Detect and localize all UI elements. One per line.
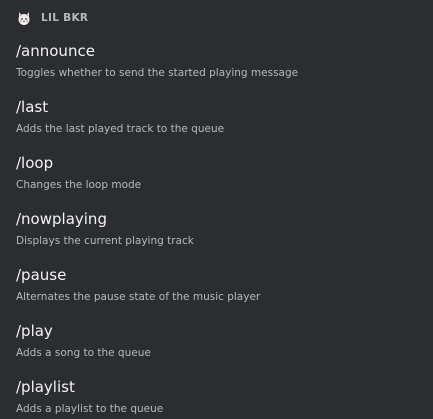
command-name: /playlist	[16, 378, 75, 396]
command-description: Changes the loop mode	[16, 179, 142, 191]
command-item-announce[interactable]: /announce Toggles whether to send the st…	[16, 42, 426, 80]
command-name: /loop	[16, 154, 54, 172]
command-name: /nowplaying	[16, 210, 107, 228]
command-item-nowplaying[interactable]: /nowplaying Displays the current playing…	[16, 210, 426, 248]
command-list-panel: LIL BKR /announce Toggles whether to sen…	[0, 0, 433, 419]
command-name: /announce	[16, 42, 95, 60]
command-name: /last	[16, 98, 49, 116]
command-description: Toggles whether to send the started play…	[16, 67, 299, 79]
command-description: Adds a song to the queue	[16, 347, 151, 359]
bot-header: LIL BKR	[16, 10, 88, 26]
command-description: Displays the current playing track	[16, 235, 194, 247]
cat-face-icon	[18, 12, 30, 25]
command-item-loop[interactable]: /loop Changes the loop mode	[16, 154, 426, 192]
bot-name: LIL BKR	[41, 12, 89, 24]
command-item-pause[interactable]: /pause Alternates the pause state of the…	[16, 266, 426, 304]
command-name: /pause	[16, 266, 67, 284]
command-description: Alternates the pause state of the music …	[16, 291, 261, 303]
command-item-playlist[interactable]: /playlist Adds a playlist to the queue	[16, 378, 426, 416]
command-name: /play	[16, 322, 53, 340]
command-item-last[interactable]: /last Adds the last played track to the …	[16, 98, 426, 136]
command-description: Adds the last played track to the queue	[16, 123, 225, 135]
command-description: Adds a playlist to the queue	[16, 403, 164, 415]
command-item-play[interactable]: /play Adds a song to the queue	[16, 322, 426, 360]
